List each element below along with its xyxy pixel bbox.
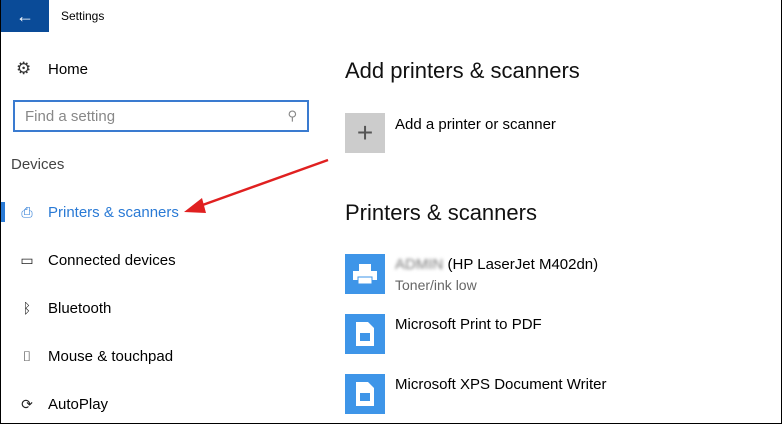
settings-window: ← Settings ⚙ Home Find a setting ⚲ Devices… (0, 0, 782, 424)
annotation-arrow (184, 158, 329, 213)
